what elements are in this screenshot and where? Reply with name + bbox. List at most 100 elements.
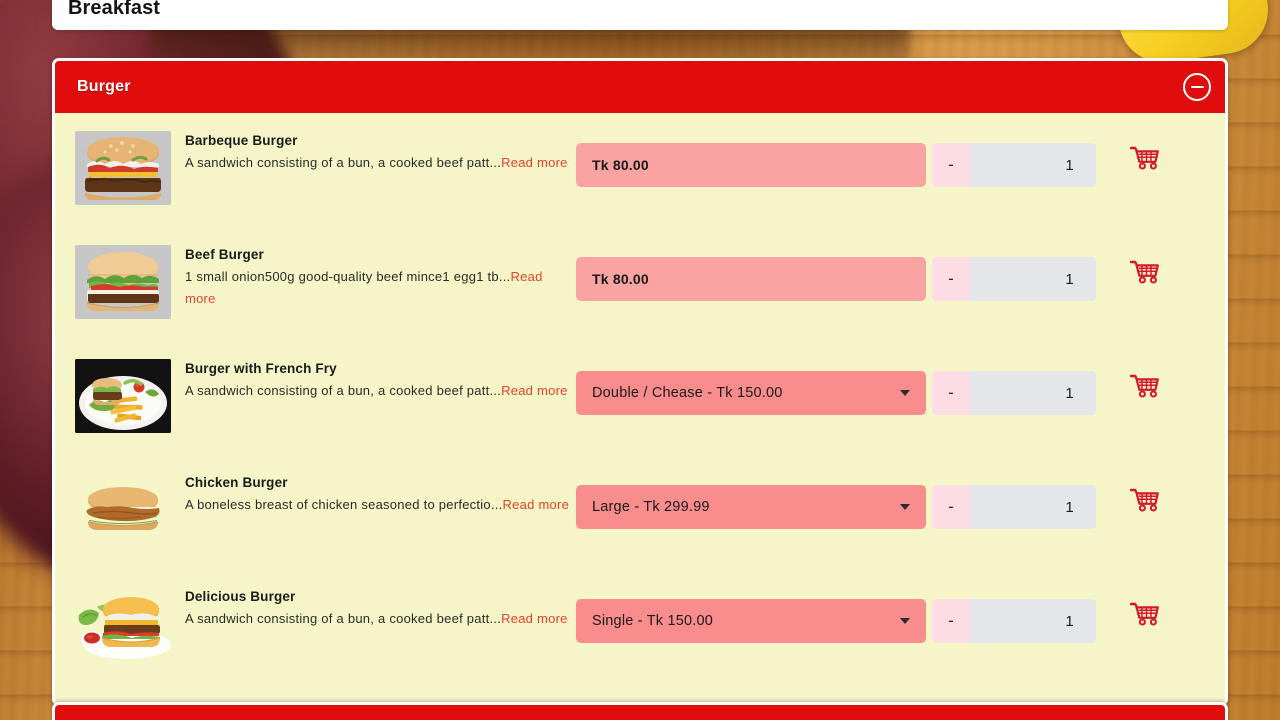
- item-cart-column: [1102, 127, 1188, 175]
- read-more-link[interactable]: Read more: [503, 497, 570, 512]
- minus-bar: [1190, 85, 1204, 89]
- menu-page: Breakfast Burger Barbeque Burger A sandw…: [0, 0, 1280, 720]
- quantity-input[interactable]: [970, 143, 1096, 187]
- chevron-down-icon: [900, 618, 910, 624]
- read-more-link[interactable]: Read more: [501, 383, 568, 398]
- item-description: 1 small onion500g good-quality beef minc…: [185, 266, 570, 311]
- shopping-cart-icon: [1130, 488, 1160, 512]
- item-thumbnail[interactable]: [75, 473, 171, 547]
- item-description-ellipsis: ...: [489, 383, 502, 398]
- item-thumbnail[interactable]: [75, 587, 171, 661]
- breakfast-section-panel: Breakfast: [52, 0, 1228, 30]
- item-price-label: Tk 80.00: [592, 271, 649, 287]
- shopping-cart-icon: [1130, 374, 1160, 398]
- chevron-down-icon: [900, 390, 910, 396]
- quantity-input[interactable]: [970, 257, 1096, 301]
- item-price-column: Tk 80.00: [576, 241, 926, 301]
- quantity-decrement-button[interactable]: -: [932, 257, 970, 301]
- quantity-decrement-button[interactable]: -: [932, 599, 970, 643]
- menu-item-row: Barbeque Burger A sandwich consisting of…: [55, 119, 1225, 233]
- menu-item-row: Burger with French Fry A sandwich consis…: [55, 347, 1225, 461]
- item-name: Barbeque Burger: [185, 133, 298, 148]
- category-header: Burger: [55, 61, 1225, 113]
- item-description-text: A boneless breast of chicken seasoned to…: [185, 497, 491, 512]
- add-to-cart-button[interactable]: [1125, 595, 1165, 631]
- item-quantity-column: - +: [926, 469, 1102, 529]
- item-price-column: Large - Tk 299.99: [576, 469, 926, 529]
- item-description-ellipsis: ...: [490, 497, 503, 512]
- item-name: Beef Burger: [185, 247, 264, 262]
- quantity-stepper: - +: [932, 485, 1096, 529]
- item-price-field[interactable]: Tk 80.00: [576, 257, 926, 301]
- item-description-ellipsis: ...: [489, 611, 502, 626]
- shopping-cart-icon: [1130, 602, 1160, 626]
- add-to-cart-button[interactable]: [1125, 481, 1165, 517]
- item-info: Burger with French Fry A sandwich consis…: [185, 355, 570, 402]
- quantity-stepper: - +: [932, 599, 1096, 643]
- item-name: Burger with French Fry: [185, 361, 337, 376]
- menu-item-row: Beef Burger 1 small onion500g good-quali…: [55, 233, 1225, 347]
- shopping-cart-icon: [1130, 260, 1160, 284]
- item-cart-column: [1102, 241, 1188, 289]
- item-thumbnail[interactable]: [75, 245, 171, 319]
- item-quantity-column: - +: [926, 355, 1102, 415]
- burger-category-panel: Burger Barbeque Burger A sandwich consis…: [52, 58, 1228, 706]
- quantity-input[interactable]: [970, 371, 1096, 415]
- menu-item-row: Delicious Burger A sandwich consisting o…: [55, 575, 1225, 689]
- item-description-text: A sandwich consisting of a bun, a cooked…: [185, 383, 490, 398]
- item-info: Chicken Burger A boneless breast of chic…: [185, 469, 570, 516]
- item-variant-select[interactable]: Large - Tk 299.99: [576, 485, 926, 529]
- item-price-column: Single - Tk 150.00: [576, 583, 926, 643]
- item-variant-select[interactable]: Double / Chease - Tk 150.00: [576, 371, 926, 415]
- item-thumbnail[interactable]: [75, 359, 171, 433]
- quantity-decrement-button[interactable]: -: [932, 143, 970, 187]
- item-price-label: Tk 80.00: [592, 157, 649, 173]
- add-to-cart-button[interactable]: [1125, 139, 1165, 175]
- item-description-ellipsis: ...: [489, 155, 502, 170]
- category-title: Burger: [77, 78, 131, 95]
- item-name: Chicken Burger: [185, 475, 288, 490]
- read-more-link[interactable]: Read more: [501, 611, 568, 626]
- item-variant-select[interactable]: Single - Tk 150.00: [576, 599, 926, 643]
- quantity-stepper: - +: [932, 371, 1096, 415]
- item-price-field[interactable]: Tk 80.00: [576, 143, 926, 187]
- item-price-column: Double / Chease - Tk 150.00: [576, 355, 926, 415]
- item-info: Barbeque Burger A sandwich consisting of…: [185, 127, 570, 174]
- item-info: Delicious Burger A sandwich consisting o…: [185, 583, 570, 630]
- item-description-text: A sandwich consisting of a bun, a cooked…: [185, 155, 490, 170]
- item-cart-column: [1102, 583, 1188, 631]
- shopping-cart-icon: [1130, 146, 1160, 170]
- quantity-input[interactable]: [970, 485, 1096, 529]
- item-description: A sandwich consisting of a bun, a cooked…: [185, 152, 570, 174]
- quantity-decrement-button[interactable]: -: [932, 485, 970, 529]
- circle-minus-icon[interactable]: [1183, 73, 1211, 101]
- next-category-panel: [52, 702, 1228, 720]
- quantity-input[interactable]: [970, 599, 1096, 643]
- menu-item-row: Chicken Burger A boneless breast of chic…: [55, 461, 1225, 575]
- item-description: A boneless breast of chicken seasoned to…: [185, 494, 570, 516]
- item-quantity-column: - +: [926, 583, 1102, 643]
- item-variant-label: Double / Chease - Tk 150.00: [592, 385, 783, 401]
- item-cart-column: [1102, 355, 1188, 403]
- menu-item-list: Barbeque Burger A sandwich consisting of…: [55, 113, 1225, 703]
- item-name: Delicious Burger: [185, 589, 296, 604]
- quantity-stepper: - +: [932, 257, 1096, 301]
- add-to-cart-button[interactable]: [1125, 367, 1165, 403]
- item-cart-column: [1102, 469, 1188, 517]
- read-more-link[interactable]: Read more: [501, 155, 568, 170]
- item-description-text: A sandwich consisting of a bun, a cooked…: [185, 611, 490, 626]
- item-thumbnail[interactable]: [75, 131, 171, 205]
- item-description: A sandwich consisting of a bun, a cooked…: [185, 608, 570, 630]
- item-description-text: 1 small onion500g good-quality beef minc…: [185, 269, 499, 284]
- item-quantity-column: - +: [926, 127, 1102, 187]
- item-variant-label: Single - Tk 150.00: [592, 613, 714, 629]
- item-description: A sandwich consisting of a bun, a cooked…: [185, 380, 570, 402]
- quantity-stepper: - +: [932, 143, 1096, 187]
- item-info: Beef Burger 1 small onion500g good-quali…: [185, 241, 570, 311]
- add-to-cart-button[interactable]: [1125, 253, 1165, 289]
- quantity-decrement-button[interactable]: -: [932, 371, 970, 415]
- item-variant-label: Large - Tk 299.99: [592, 499, 710, 515]
- chevron-down-icon: [900, 504, 910, 510]
- item-price-column: Tk 80.00: [576, 127, 926, 187]
- breakfast-section-title: Breakfast: [68, 0, 161, 19]
